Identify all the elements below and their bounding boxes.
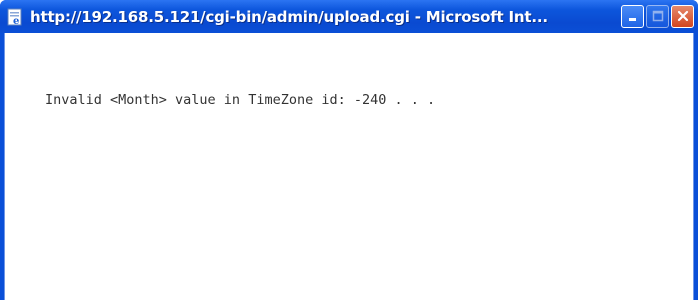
page-content: Invalid <Month> value in TimeZone id: -2… [4, 33, 694, 300]
title-bar[interactable]: e http://192.168.5.121/cgi-bin/admin/upl… [0, 0, 698, 33]
window-controls [621, 5, 694, 28]
ie-page-icon: e [6, 8, 24, 26]
browser-popup-window: e http://192.168.5.121/cgi-bin/admin/upl… [0, 0, 698, 300]
maximize-icon [652, 7, 664, 26]
maximize-button[interactable] [646, 5, 669, 28]
window-title: http://192.168.5.121/cgi-bin/admin/uploa… [30, 7, 548, 26]
minimize-button[interactable] [621, 5, 644, 28]
close-button[interactable] [671, 5, 694, 28]
svg-text:e: e [13, 16, 19, 26]
minimize-icon [627, 7, 639, 26]
error-message: Invalid <Month> value in TimeZone id: -2… [45, 92, 436, 108]
close-icon [677, 7, 689, 26]
